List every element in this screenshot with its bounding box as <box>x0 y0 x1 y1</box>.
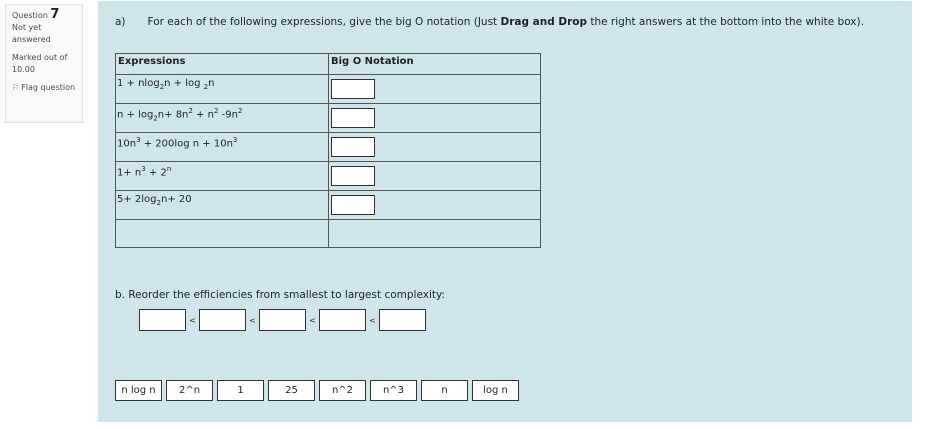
expression-2: n + log2n+ 8n2 + n2 -9n2 <box>115 103 329 133</box>
choice-2-pow-n[interactable]: 2^n <box>166 380 213 401</box>
less-than-sign: < <box>189 315 196 325</box>
less-than-sign: < <box>249 315 256 325</box>
expression-5: 5+ 2log2n+ 20 <box>115 190 329 220</box>
order-row: < < < < <box>139 309 426 331</box>
drop-zone-1[interactable] <box>331 79 375 99</box>
choice-1[interactable]: 1 <box>217 380 264 401</box>
expressions-header: Expressions <box>115 53 329 75</box>
drop-zone-3[interactable] <box>331 137 375 157</box>
flag-icon: ⚐ <box>12 83 20 92</box>
question-text: a) For each of the following expressions,… <box>115 16 864 28</box>
choice-n-squared[interactable]: n^2 <box>319 380 366 401</box>
order-drop-2[interactable] <box>199 309 246 331</box>
order-drop-3[interactable] <box>259 309 306 331</box>
expression-4: 1+ n3 + 2n <box>115 161 329 191</box>
less-than-sign: < <box>369 315 376 325</box>
drag-choices: n log n 2^n 1 25 n^2 n^3 n log n <box>115 380 519 401</box>
order-drop-4[interactable] <box>319 309 366 331</box>
choice-n-cubed[interactable]: n^3 <box>370 380 417 401</box>
marks-info: Marked out of 10.00 <box>12 53 68 74</box>
flag-question-button[interactable]: ⚐ Flag question <box>12 82 82 94</box>
question-number: Question 7 <box>12 7 60 22</box>
answer-status: Not yet answered <box>12 23 51 44</box>
choice-n[interactable]: n <box>421 380 468 401</box>
expressions-table: Expressions Big O Notation 1 + nlog2n + … <box>115 53 541 248</box>
drop-zone-2[interactable] <box>331 108 375 128</box>
part-b-text: b. Reorder the efficiencies from smalles… <box>115 289 445 301</box>
drop-zone-5[interactable] <box>331 195 375 215</box>
order-drop-1[interactable] <box>139 309 186 331</box>
choice-log-n[interactable]: log n <box>472 380 519 401</box>
big-o-header: Big O Notation <box>328 53 541 75</box>
choice-25[interactable]: 25 <box>268 380 315 401</box>
expression-1: 1 + nlog2n + log 2n <box>115 74 329 104</box>
empty-cell <box>115 219 329 248</box>
question-info-panel: Question 7 Not yet answered Marked out o… <box>5 4 83 123</box>
flag-label: Flag question <box>21 83 76 92</box>
empty-cell <box>328 219 541 248</box>
less-than-sign: < <box>309 315 316 325</box>
expression-3: 10n3 + 200log n + 10n3 <box>115 132 329 162</box>
drop-zone-4[interactable] <box>331 166 375 186</box>
order-drop-5[interactable] <box>379 309 426 331</box>
choice-n-log-n[interactable]: n log n <box>115 380 162 401</box>
question-content: a) For each of the following expressions,… <box>98 1 912 422</box>
part-a-marker: a) <box>115 16 126 28</box>
